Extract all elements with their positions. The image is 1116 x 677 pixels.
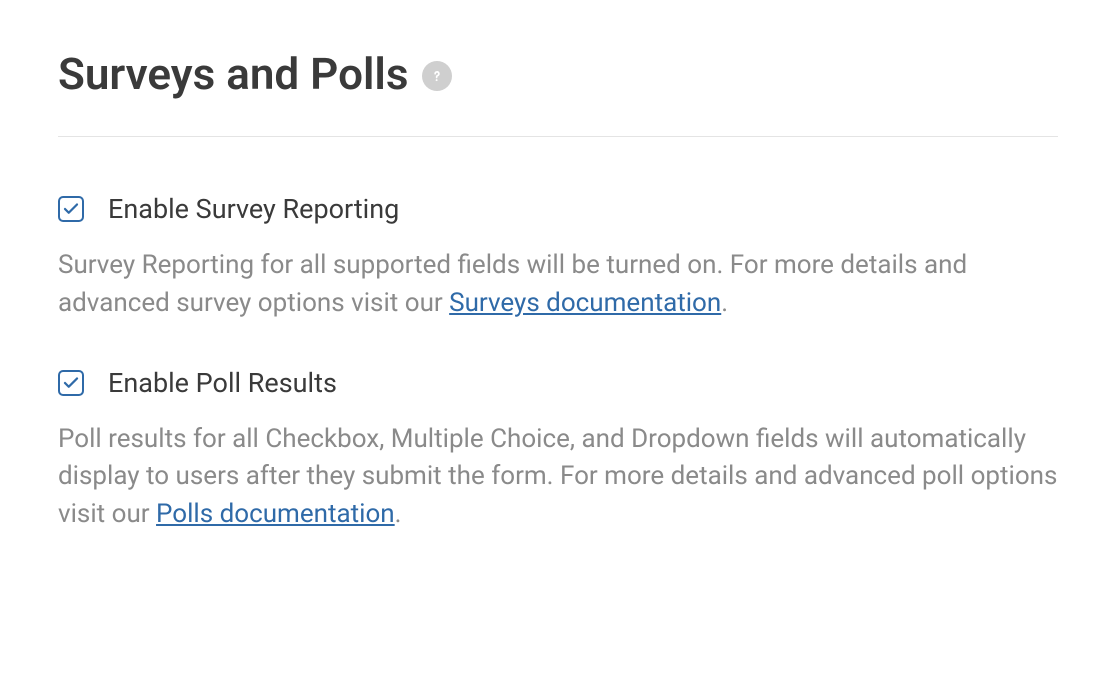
surveys-documentation-link[interactable]: Surveys documentation bbox=[449, 288, 721, 318]
help-icon[interactable] bbox=[422, 61, 452, 91]
page-header: Surveys and Polls bbox=[58, 50, 1058, 98]
poll-results-checkbox[interactable] bbox=[58, 370, 84, 396]
poll-results-description: Poll results for all Checkbox, Multiple … bbox=[58, 421, 1058, 534]
poll-results-setting: Enable Poll Results Poll results for all… bbox=[58, 367, 1058, 534]
survey-reporting-checkbox[interactable] bbox=[58, 196, 84, 222]
page-title: Surveys and Polls bbox=[58, 50, 408, 98]
survey-reporting-label: Enable Survey Reporting bbox=[108, 193, 399, 225]
description-text-post: . bbox=[395, 499, 402, 529]
polls-documentation-link[interactable]: Polls documentation bbox=[156, 499, 395, 529]
survey-reporting-row: Enable Survey Reporting bbox=[58, 193, 1058, 225]
section-divider bbox=[58, 136, 1058, 137]
poll-results-row: Enable Poll Results bbox=[58, 367, 1058, 399]
description-text-post: . bbox=[721, 288, 728, 318]
survey-reporting-setting: Enable Survey Reporting Survey Reporting… bbox=[58, 193, 1058, 322]
poll-results-label: Enable Poll Results bbox=[108, 367, 337, 399]
survey-reporting-description: Survey Reporting for all supported field… bbox=[58, 247, 1058, 322]
